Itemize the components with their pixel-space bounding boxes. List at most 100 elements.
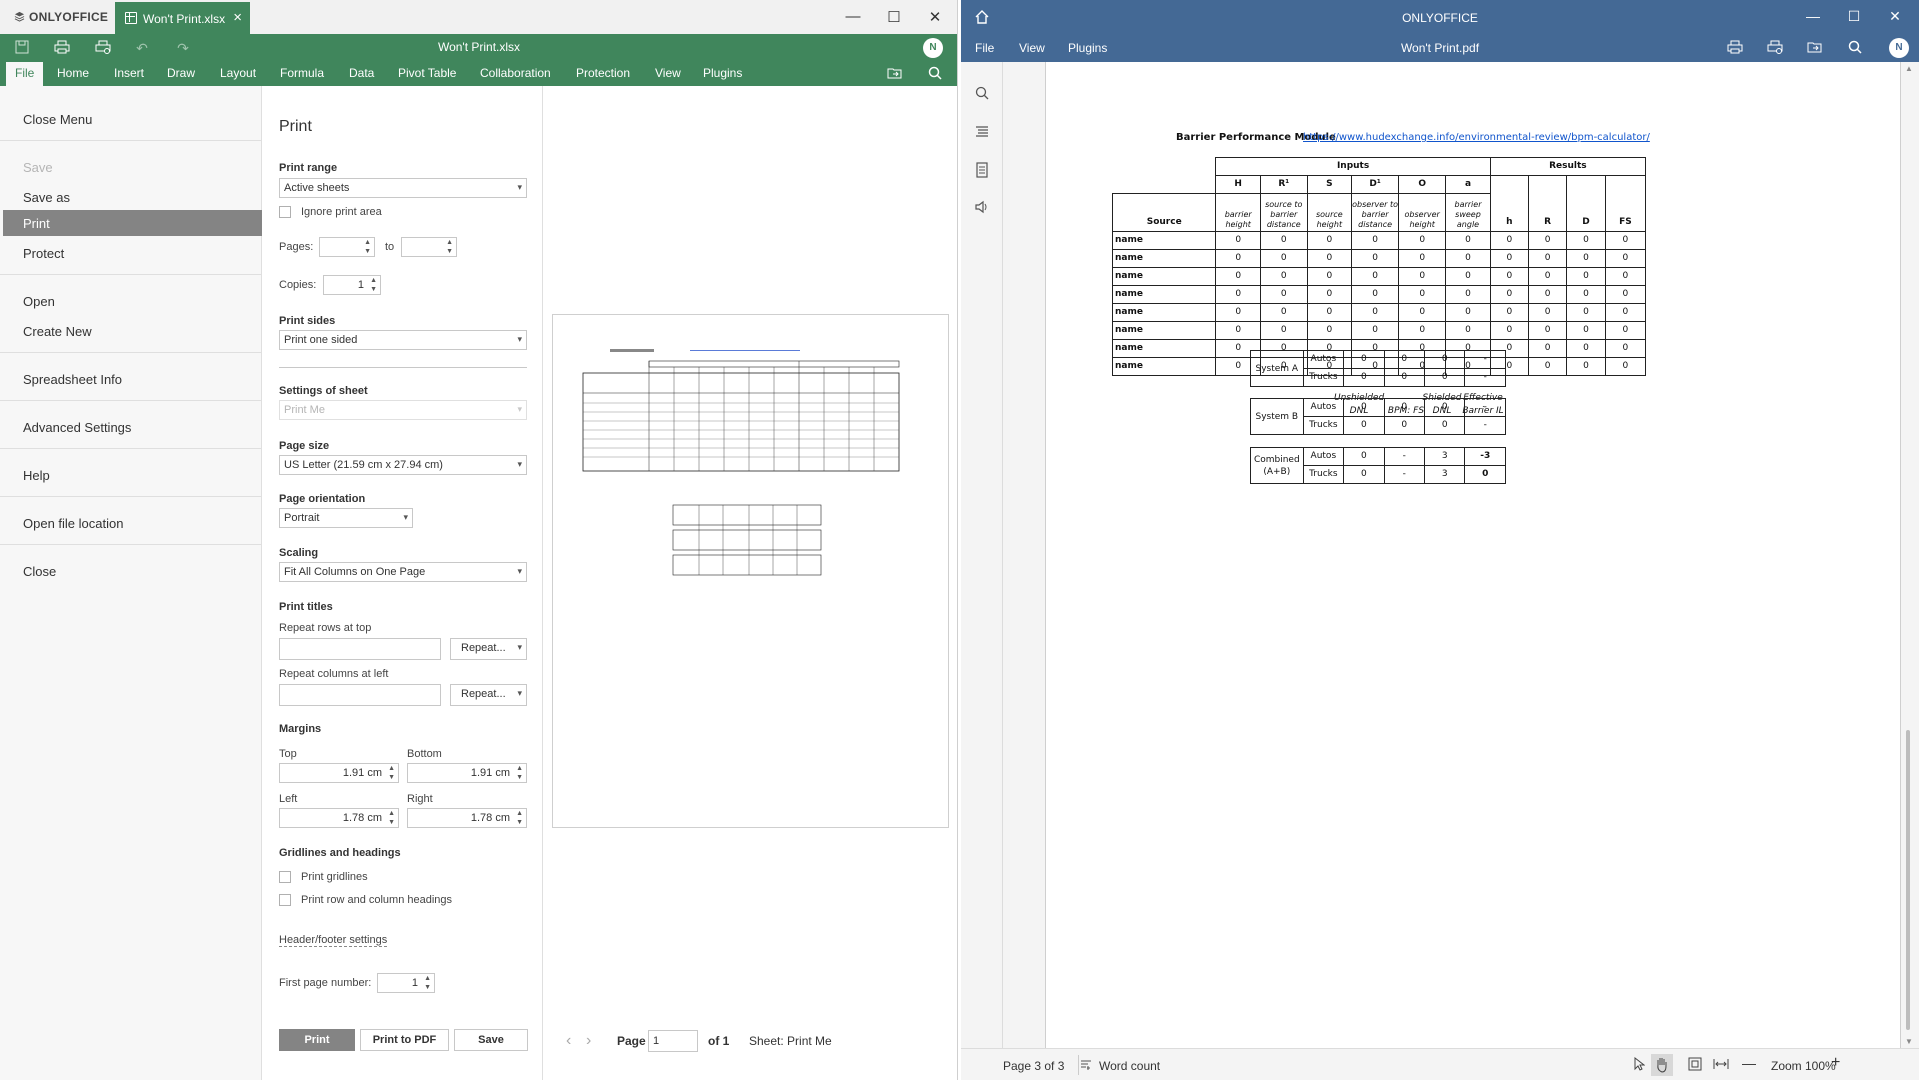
document-tab[interactable]: Won't Print.xlsx × [115,2,250,34]
first-page-number-field[interactable]: 1 ▲ ▼ [377,973,435,993]
maximize-icon[interactable]: ☐ [884,8,904,26]
value-cell: 0 [1259,231,1308,250]
spin-arrows-icon[interactable]: ▲ ▼ [446,238,453,256]
help-menu-item[interactable]: Help [3,462,262,488]
page-size-select[interactable]: US Letter (21.59 cm x 27.94 cm) ▾ [279,455,527,475]
open-file-location-menu-item[interactable]: Open file location [3,510,262,536]
ignore-print-area-checkbox[interactable] [279,206,291,218]
spin-arrows-icon[interactable]: ▲ ▼ [388,764,395,782]
search-icon[interactable] [1846,40,1864,57]
tab-data[interactable]: Data [349,66,374,80]
margin-left-field[interactable]: 1.78 cm ▲ ▼ [279,808,399,828]
save-button[interactable]: Save [454,1029,528,1051]
scrollbar-thumb[interactable] [1906,730,1910,1030]
minimize-icon[interactable]: — [1804,8,1822,24]
close-menu-item[interactable]: Close Menu [3,106,262,132]
word-count-button[interactable]: Word count [1099,1059,1160,1073]
close-window-icon[interactable]: ✕ [1886,8,1904,25]
repeat-cols-input[interactable] [279,684,441,706]
spin-arrows-icon[interactable]: ▲ ▼ [516,809,523,827]
tab-home[interactable]: Home [57,66,89,80]
spin-arrows-icon[interactable]: ▲ ▼ [516,764,523,782]
select-tool-icon[interactable] [1633,1056,1646,1074]
fit-page-icon[interactable] [1688,1057,1702,1074]
tab-collaboration[interactable]: Collaboration [480,66,551,80]
print-sides-select[interactable]: Print one sided ▾ [279,330,527,350]
print-headings-checkbox[interactable] [279,894,291,906]
pages-from-field[interactable]: ▲ ▼ [319,237,375,257]
maximize-icon[interactable]: ☐ [1845,8,1863,25]
advanced-settings-menu-item[interactable]: Advanced Settings [3,414,262,440]
pages-to-field[interactable]: ▲ ▼ [401,237,457,257]
result-code-d: D [1566,175,1606,232]
save-menu-item[interactable]: Save [3,154,262,180]
vehicle-type-cell: Autos [1302,398,1345,417]
search-icon[interactable] [973,86,991,103]
close-window-icon[interactable]: ✕ [925,8,945,26]
user-avatar[interactable]: N [1889,38,1909,58]
open-location-icon[interactable] [887,66,903,82]
tab-draw[interactable]: Draw [167,66,195,80]
prev-page-icon[interactable]: ‹ [566,1032,571,1050]
tab-file[interactable]: File [6,62,44,86]
close-menu-item-file[interactable]: Close [3,558,262,584]
protect-menu-item[interactable]: Protect [3,240,262,266]
spin-arrows-icon[interactable]: ▲ ▼ [364,238,371,256]
print-to-pdf-button[interactable]: Print to PDF [360,1029,449,1051]
tab-formula[interactable]: Formula [280,66,324,80]
quick-print-icon[interactable] [1766,40,1784,57]
scroll-up-icon[interactable]: ▲ [1905,64,1913,73]
thumbnails-icon[interactable] [973,162,991,181]
value-cell: 0 [1566,357,1606,376]
open-location-icon[interactable] [1806,40,1824,57]
chevron-down-icon: ▾ [517,642,522,652]
page-orientation-select[interactable]: Portrait ▾ [279,508,413,528]
vehicle-type-cell: Trucks [1302,465,1345,484]
hand-tool-icon[interactable] [1651,1054,1673,1076]
open-menu-item[interactable]: Open [3,288,262,314]
fit-width-icon[interactable] [1713,1057,1729,1074]
minimize-icon[interactable]: — [843,8,863,25]
spin-arrows-icon[interactable]: ▲ ▼ [424,974,431,992]
header-footer-settings-link[interactable]: Header/footer settings [279,934,388,947]
vertical-scrollbar[interactable]: ▲ ▼ [1901,62,1919,1048]
tab-pivot-table[interactable]: Pivot Table [398,66,456,80]
print-menu-item[interactable]: Print [3,210,262,236]
margin-right-field[interactable]: 1.78 cm ▲ ▼ [407,808,527,828]
scroll-down-icon[interactable]: ▼ [1905,1037,1913,1046]
user-avatar[interactable]: N [923,38,943,58]
repeat-cols-button[interactable]: Repeat... ▾ [450,684,527,706]
print-range-select[interactable]: Active sheets ▾ [279,178,527,198]
zoom-in-icon[interactable]: + [1831,1054,1840,1072]
tab-view[interactable]: View [655,66,681,80]
module-link[interactable]: https://www.hudexchange.info/environment… [1303,132,1650,143]
margin-bottom-field[interactable]: 1.91 cm ▲ ▼ [407,763,527,783]
tab-protection[interactable]: Protection [576,66,630,80]
copies-field[interactable]: 1 ▲ ▼ [323,275,381,295]
margin-top-field[interactable]: 1.91 cm ▲ ▼ [279,763,399,783]
create-new-menu-item[interactable]: Create New [3,318,262,344]
repeat-rows-button[interactable]: Repeat... ▾ [450,638,527,660]
close-tab-icon[interactable]: × [233,9,242,26]
spin-arrows-icon[interactable]: ▲ ▼ [370,276,377,294]
save-as-menu-item[interactable]: Save as [3,184,262,210]
tab-layout[interactable]: Layout [220,66,256,80]
tab-plugins[interactable]: Plugins [703,66,742,80]
repeat-rows-input[interactable] [279,638,441,660]
spin-arrows-icon[interactable]: ▲ ▼ [388,809,395,827]
print-button[interactable]: Print [279,1029,355,1051]
page-indicator[interactable]: Page 3 of 3 [1003,1059,1064,1073]
speech-icon[interactable] [973,200,991,217]
search-icon[interactable] [927,66,943,82]
tab-insert[interactable]: Insert [114,66,144,80]
print-icon[interactable] [1726,40,1744,57]
zoom-level[interactable]: Zoom 100% [1771,1059,1836,1073]
print-gridlines-checkbox[interactable] [279,871,291,883]
spreadsheet-info-menu-item[interactable]: Spreadsheet Info [3,366,262,392]
sheet-select[interactable]: Print Me ▾ [279,400,527,420]
navigation-icon[interactable] [973,124,991,141]
next-page-icon[interactable]: › [586,1032,591,1050]
scaling-select[interactable]: Fit All Columns on One Page ▾ [279,562,527,582]
preview-page-input[interactable]: 1 [648,1030,698,1052]
zoom-out-icon[interactable]: — [1742,1055,1756,1071]
